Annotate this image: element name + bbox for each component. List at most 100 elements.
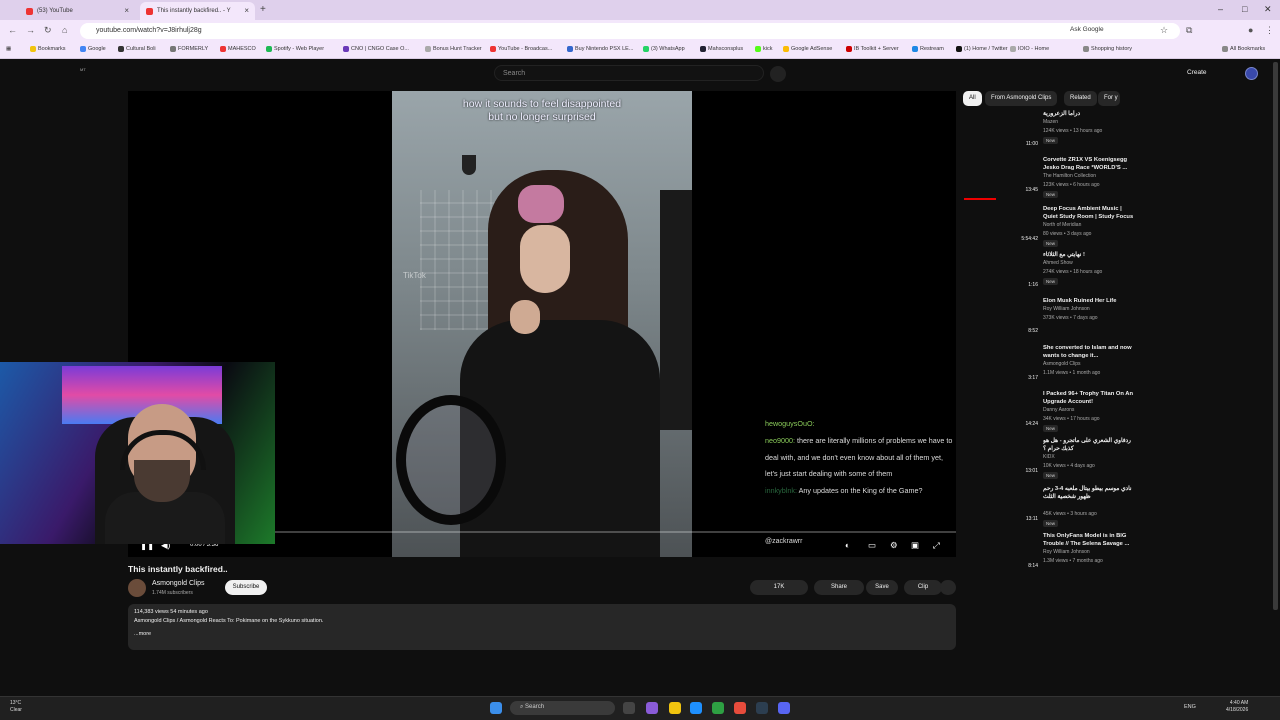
video-title[interactable]: Corvette ZR1X VS Koenigsegg Jesko Drag R… [1043, 156, 1138, 172]
bookmark-item[interactable]: Mahsconsplus [700, 46, 743, 52]
description-box[interactable]: 114,383 views 54 minutes ago Asmongold C… [128, 604, 956, 650]
chrome-icon[interactable] [734, 702, 746, 714]
bookmark-item[interactable]: MAHESCO [220, 46, 256, 52]
save-button[interactable]: Save [866, 580, 898, 595]
file-explorer-icon[interactable] [669, 702, 681, 714]
address-bar[interactable]: youtube.com/watch?v=J8irhulj28g [80, 23, 1180, 39]
mic-icon[interactable] [770, 66, 786, 82]
channel-name[interactable]: Mazen [1043, 119, 1058, 125]
bookmark-item[interactable]: Bonus Hunt Tracker [425, 46, 482, 52]
video-title[interactable]: نادي موسم بيطو بيتال ملعبه 4-3 رحم ظهور … [1043, 485, 1138, 501]
tab-youtube[interactable]: (53) YouTube × [20, 2, 135, 20]
chip-from-channel[interactable]: From Asmongold Clips [985, 91, 1058, 106]
channel-name[interactable]: North of Meridian [1043, 222, 1081, 228]
video-title[interactable]: ردفاوي الشعري على ماتجرو - هل هو كذبك حر… [1043, 437, 1138, 453]
recommended-video[interactable]: 11:00 دراما الزعرورية Mazen 124K views • 13… [963, 110, 1263, 156]
settings-gear-icon[interactable]: ⚙ [890, 540, 898, 551]
video-title[interactable]: She converted to Islam and now wants to … [1043, 344, 1138, 360]
recommended-video[interactable]: 8:14 This OnlyFans Model is in BIG Troubl… [963, 532, 1263, 578]
recommended-video[interactable]: 1:16 نهايتي مع الثلاثاء ! Ahmed Show 274K v… [963, 251, 1263, 297]
bookmark-item[interactable]: FORMERLY [170, 46, 208, 52]
channel-name[interactable]: Roy William Johnson [1043, 549, 1090, 555]
captions-icon[interactable]: ▭ [868, 540, 876, 551]
bookmark-item[interactable]: Bookmarks [30, 46, 66, 52]
apps-icon[interactable]: ▦ [6, 46, 11, 52]
video-thumbnail[interactable]: 13:01 [963, 437, 1038, 483]
menu-icon[interactable]: ⋮ [1265, 25, 1274, 36]
video-thumbnail[interactable]: 8:52 [963, 297, 1038, 343]
task-view-icon[interactable] [623, 702, 635, 714]
bookmark-item[interactable]: Restream [912, 46, 944, 52]
share-button[interactable]: Share [814, 580, 864, 595]
video-thumbnail[interactable]: 13:11 [963, 485, 1038, 531]
all-bookmarks[interactable]: All Bookmarks [1222, 46, 1265, 52]
video-title[interactable]: Deep Focus Ambient Music | Quiet Study R… [1043, 205, 1138, 221]
extensions-icon[interactable]: ⧉ [1186, 25, 1192, 36]
bookmark-item[interactable]: IOIO - Home [1010, 46, 1049, 52]
close-icon[interactable]: × [124, 6, 129, 15]
fullscreen-icon[interactable]: ⤢ [933, 540, 940, 551]
edge-icon[interactable] [690, 702, 702, 714]
back-icon[interactable]: ← [8, 25, 17, 35]
recommended-video[interactable]: 13:01 ردفاوي الشعري على ماتجرو - هل هو كذ… [963, 437, 1263, 483]
video-thumbnail[interactable]: 13:45 [963, 156, 1038, 202]
app-icon[interactable] [712, 702, 724, 714]
steam-icon[interactable] [756, 702, 768, 714]
recommended-video[interactable]: 13:45 Corvette ZR1X VS Koenigsegg Jesko D… [963, 156, 1263, 202]
new-tab-icon[interactable]: + [260, 4, 266, 15]
channel-name[interactable]: Ahmed Show [1043, 260, 1073, 266]
youtube-logo[interactable]: MT [80, 67, 86, 72]
channel-name[interactable]: KIDX [1043, 454, 1055, 460]
create-button[interactable]: Create [1187, 69, 1207, 76]
discord-icon[interactable] [778, 702, 790, 714]
forward-icon[interactable]: → [26, 25, 35, 35]
weather-widget[interactable]: 13°C Clear [10, 700, 22, 714]
video-title[interactable]: Elon Musk Ruined Her Life [1043, 297, 1138, 305]
show-more-link[interactable]: ...more [134, 630, 950, 639]
channel-name[interactable]: Asmongold Clips [1043, 361, 1081, 367]
chip-all[interactable]: All [963, 91, 982, 106]
windows-start-icon[interactable] [490, 702, 502, 714]
chip-for-you[interactable]: For y [1098, 91, 1120, 106]
recommended-video[interactable]: 14:24 I Packed 96+ Trophy Titan On An Upg… [963, 390, 1263, 436]
clip-button[interactable]: Clip [904, 580, 942, 595]
maximize-icon[interactable]: □ [1242, 4, 1247, 14]
bookmark-item[interactable]: Spotify - Web Player [266, 46, 324, 52]
bookmark-item[interactable]: (3) WhatsApp [643, 46, 685, 52]
bookmark-item[interactable]: Cultural Boli [118, 46, 156, 52]
miniplayer-icon[interactable]: ▣ [911, 540, 919, 551]
bookmark-item[interactable]: Shopping history [1083, 46, 1132, 52]
video-thumbnail[interactable]: 11:00 [963, 110, 1038, 156]
bookmark-item[interactable]: CNO | CNGO Case O... [343, 46, 409, 52]
video-thumbnail[interactable]: 5:54:42 [963, 205, 1038, 251]
star-icon[interactable]: ☆ [1160, 25, 1168, 36]
autoplay-toggle-icon[interactable]: ◐ [845, 540, 850, 550]
clock[interactable]: 4:40 AM 4/18/2026 [1226, 700, 1248, 714]
chip-related[interactable]: Related [1064, 91, 1097, 106]
video-thumbnail[interactable]: 14:24 [963, 390, 1038, 436]
channel-name[interactable]: Roy William Johnson [1043, 306, 1090, 312]
channel-name[interactable]: Asmongold Clips [152, 580, 205, 587]
taskbar-search[interactable]: ⌕ Search [510, 701, 615, 715]
recommended-video[interactable]: 13:11 نادي موسم بيطو بيتال ملعبه 4-3 رحم … [963, 485, 1263, 531]
channel-name[interactable]: The Hamilton Collection [1043, 173, 1096, 179]
video-thumbnail[interactable]: 1:16 [963, 251, 1038, 297]
channel-avatar[interactable] [128, 579, 146, 597]
profile-icon[interactable]: ● [1248, 25, 1253, 35]
close-icon[interactable]: × [244, 6, 249, 15]
video-title[interactable]: نهايتي مع الثلاثاء ! [1043, 251, 1138, 259]
more-actions-icon[interactable] [940, 580, 956, 595]
bookmark-item[interactable]: YouTube - Broadcas... [490, 46, 552, 52]
video-title[interactable]: دراما الزعرورية [1043, 110, 1138, 118]
like-button[interactable]: 17K [750, 580, 808, 595]
bookmark-item[interactable]: kick [755, 46, 772, 52]
search-input[interactable]: Search [494, 65, 764, 81]
recommended-video[interactable]: 3:17 She converted to Islam and now wants… [963, 344, 1263, 390]
reload-icon[interactable]: ↻ [44, 25, 52, 36]
bookmark-item[interactable]: Buy Nintendo PSX LE... [567, 46, 633, 52]
account-avatar[interactable] [1245, 67, 1258, 80]
close-window-icon[interactable]: ✕ [1264, 4, 1272, 15]
minimize-icon[interactable]: – [1218, 4, 1223, 14]
video-thumbnail[interactable]: 8:14 [963, 532, 1038, 578]
video-thumbnail[interactable]: 3:17 [963, 344, 1038, 390]
